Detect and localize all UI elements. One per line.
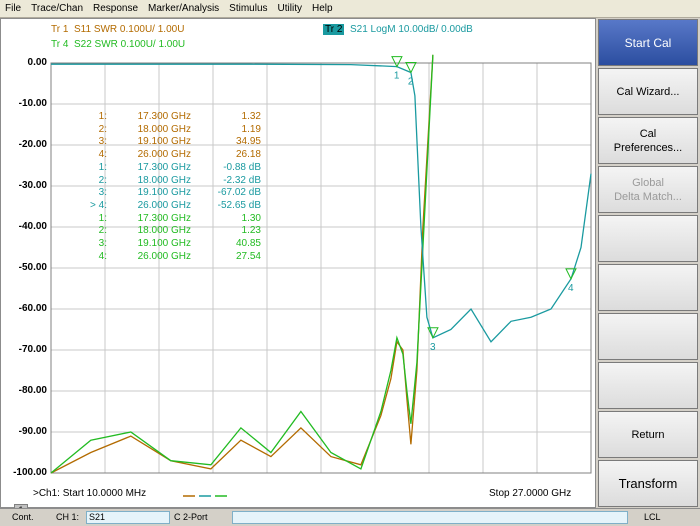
marker-id: 3: xyxy=(98,187,107,199)
marker-frequency: 18.000 GHz xyxy=(137,123,191,135)
softkey-start-cal[interactable]: Start Cal xyxy=(598,19,698,66)
menu-file[interactable]: File xyxy=(0,0,26,18)
marker-id: 4: xyxy=(98,149,107,161)
marker-value: 27.54 xyxy=(235,250,261,262)
remote-status: LCL xyxy=(644,512,661,522)
menu-help[interactable]: Help xyxy=(307,0,338,18)
active-channel: CH 1: xyxy=(56,512,80,522)
marker-value: -52.65 dB xyxy=(217,199,261,211)
marker-label-4: 4 xyxy=(568,283,574,294)
softkey-global-delta-match: Global Delta Match... xyxy=(598,166,698,213)
marker-id: 2: xyxy=(98,123,107,135)
menu-stimulus[interactable]: Stimulus xyxy=(224,0,272,18)
marker-value: 26.18 xyxy=(235,149,261,161)
marker-frequency: 19.100 GHz xyxy=(137,187,191,199)
marker-1 xyxy=(391,56,403,68)
softkey-cal-preferences[interactable]: Cal Preferences... xyxy=(598,117,698,164)
start-frequency[interactable]: >Ch1: Start 10.0000 MHz xyxy=(33,488,146,499)
softkey-panel: Start Cal Cal Wizard... Cal Preferences... G… xyxy=(597,18,700,508)
menu-trace-chan[interactable]: Trace/Chan xyxy=(26,0,88,18)
marker-frequency: 17.300 GHz xyxy=(137,161,191,173)
softkey-blank-4 xyxy=(598,215,698,262)
menu-bar: File Trace/Chan Response Marker/Analysis Sti… xyxy=(0,0,700,18)
marker-frequency: 19.100 GHz xyxy=(137,136,191,148)
cal-status: C 2-Port xyxy=(174,512,208,522)
marker-frequency: 18.000 GHz xyxy=(137,225,191,237)
marker-id: 3: xyxy=(98,136,107,148)
marker-value: 1.19 xyxy=(241,123,261,135)
marker-frequency: 17.300 GHz xyxy=(137,111,191,122)
active-parameter[interactable]: S21 xyxy=(86,511,170,524)
sweep-mode: Cont. xyxy=(12,512,34,522)
marker-id: > 4: xyxy=(90,199,107,211)
softkey-transform[interactable]: Transform xyxy=(598,460,698,507)
softkey-blank-6 xyxy=(598,313,698,360)
marker-value: -67.02 dB xyxy=(217,187,261,199)
marker-value: -0.88 dB xyxy=(223,161,261,173)
softkey-blank-5 xyxy=(598,264,698,311)
marker-value: 1.23 xyxy=(241,225,261,237)
marker-value: 34.95 xyxy=(235,136,261,148)
marker-frequency: 26.000 GHz xyxy=(137,250,191,262)
marker-id: 1: xyxy=(98,111,107,122)
marker-id: 3: xyxy=(98,238,107,249)
marker-value: 40.85 xyxy=(235,238,261,249)
marker-value: -2.32 dB xyxy=(223,174,261,186)
marker-id: 2: xyxy=(98,225,107,237)
marker-frequency: 19.100 GHz xyxy=(137,238,191,249)
marker-label-1: 1 xyxy=(394,71,400,82)
menu-response[interactable]: Response xyxy=(88,0,143,18)
trace-legend-lines xyxy=(183,495,227,497)
menu-utility[interactable]: Utility xyxy=(273,0,307,18)
marker-frequency: 26.000 GHz xyxy=(137,199,191,211)
marker-id: 2: xyxy=(98,174,107,186)
softkey-cal-wizard[interactable]: Cal Wizard... xyxy=(598,68,698,115)
softkey-blank-7 xyxy=(598,362,698,409)
marker-label-2: 2 xyxy=(408,77,414,88)
marker-value: 1.30 xyxy=(241,212,261,224)
marker-id: 1: xyxy=(98,212,107,224)
marker-id: 1: xyxy=(98,161,107,173)
softkey-return[interactable]: Return xyxy=(598,411,698,458)
menu-marker-analysis[interactable]: Marker/Analysis xyxy=(143,0,224,18)
marker-frequency: 18.000 GHz xyxy=(137,174,191,186)
status-field-blank xyxy=(232,511,628,524)
status-bar: Cont. CH 1: S21 C 2-Port LCL xyxy=(0,508,700,526)
marker-id: 4: xyxy=(98,250,107,262)
marker-frequency: 17.300 GHz xyxy=(137,212,191,224)
marker-value: 1.32 xyxy=(241,111,261,122)
marker-frequency: 26.000 GHz xyxy=(137,149,191,161)
stop-frequency[interactable]: Stop 27.0000 GHz xyxy=(489,488,571,499)
s-parameter-plot[interactable]: 12 3 4 xyxy=(1,19,597,509)
marker-label-3: 3 xyxy=(430,342,436,353)
measurement-window: Tr 1 S11 SWR 0.100U/ 1.00U Tr 4 S22 SWR … xyxy=(0,18,597,516)
